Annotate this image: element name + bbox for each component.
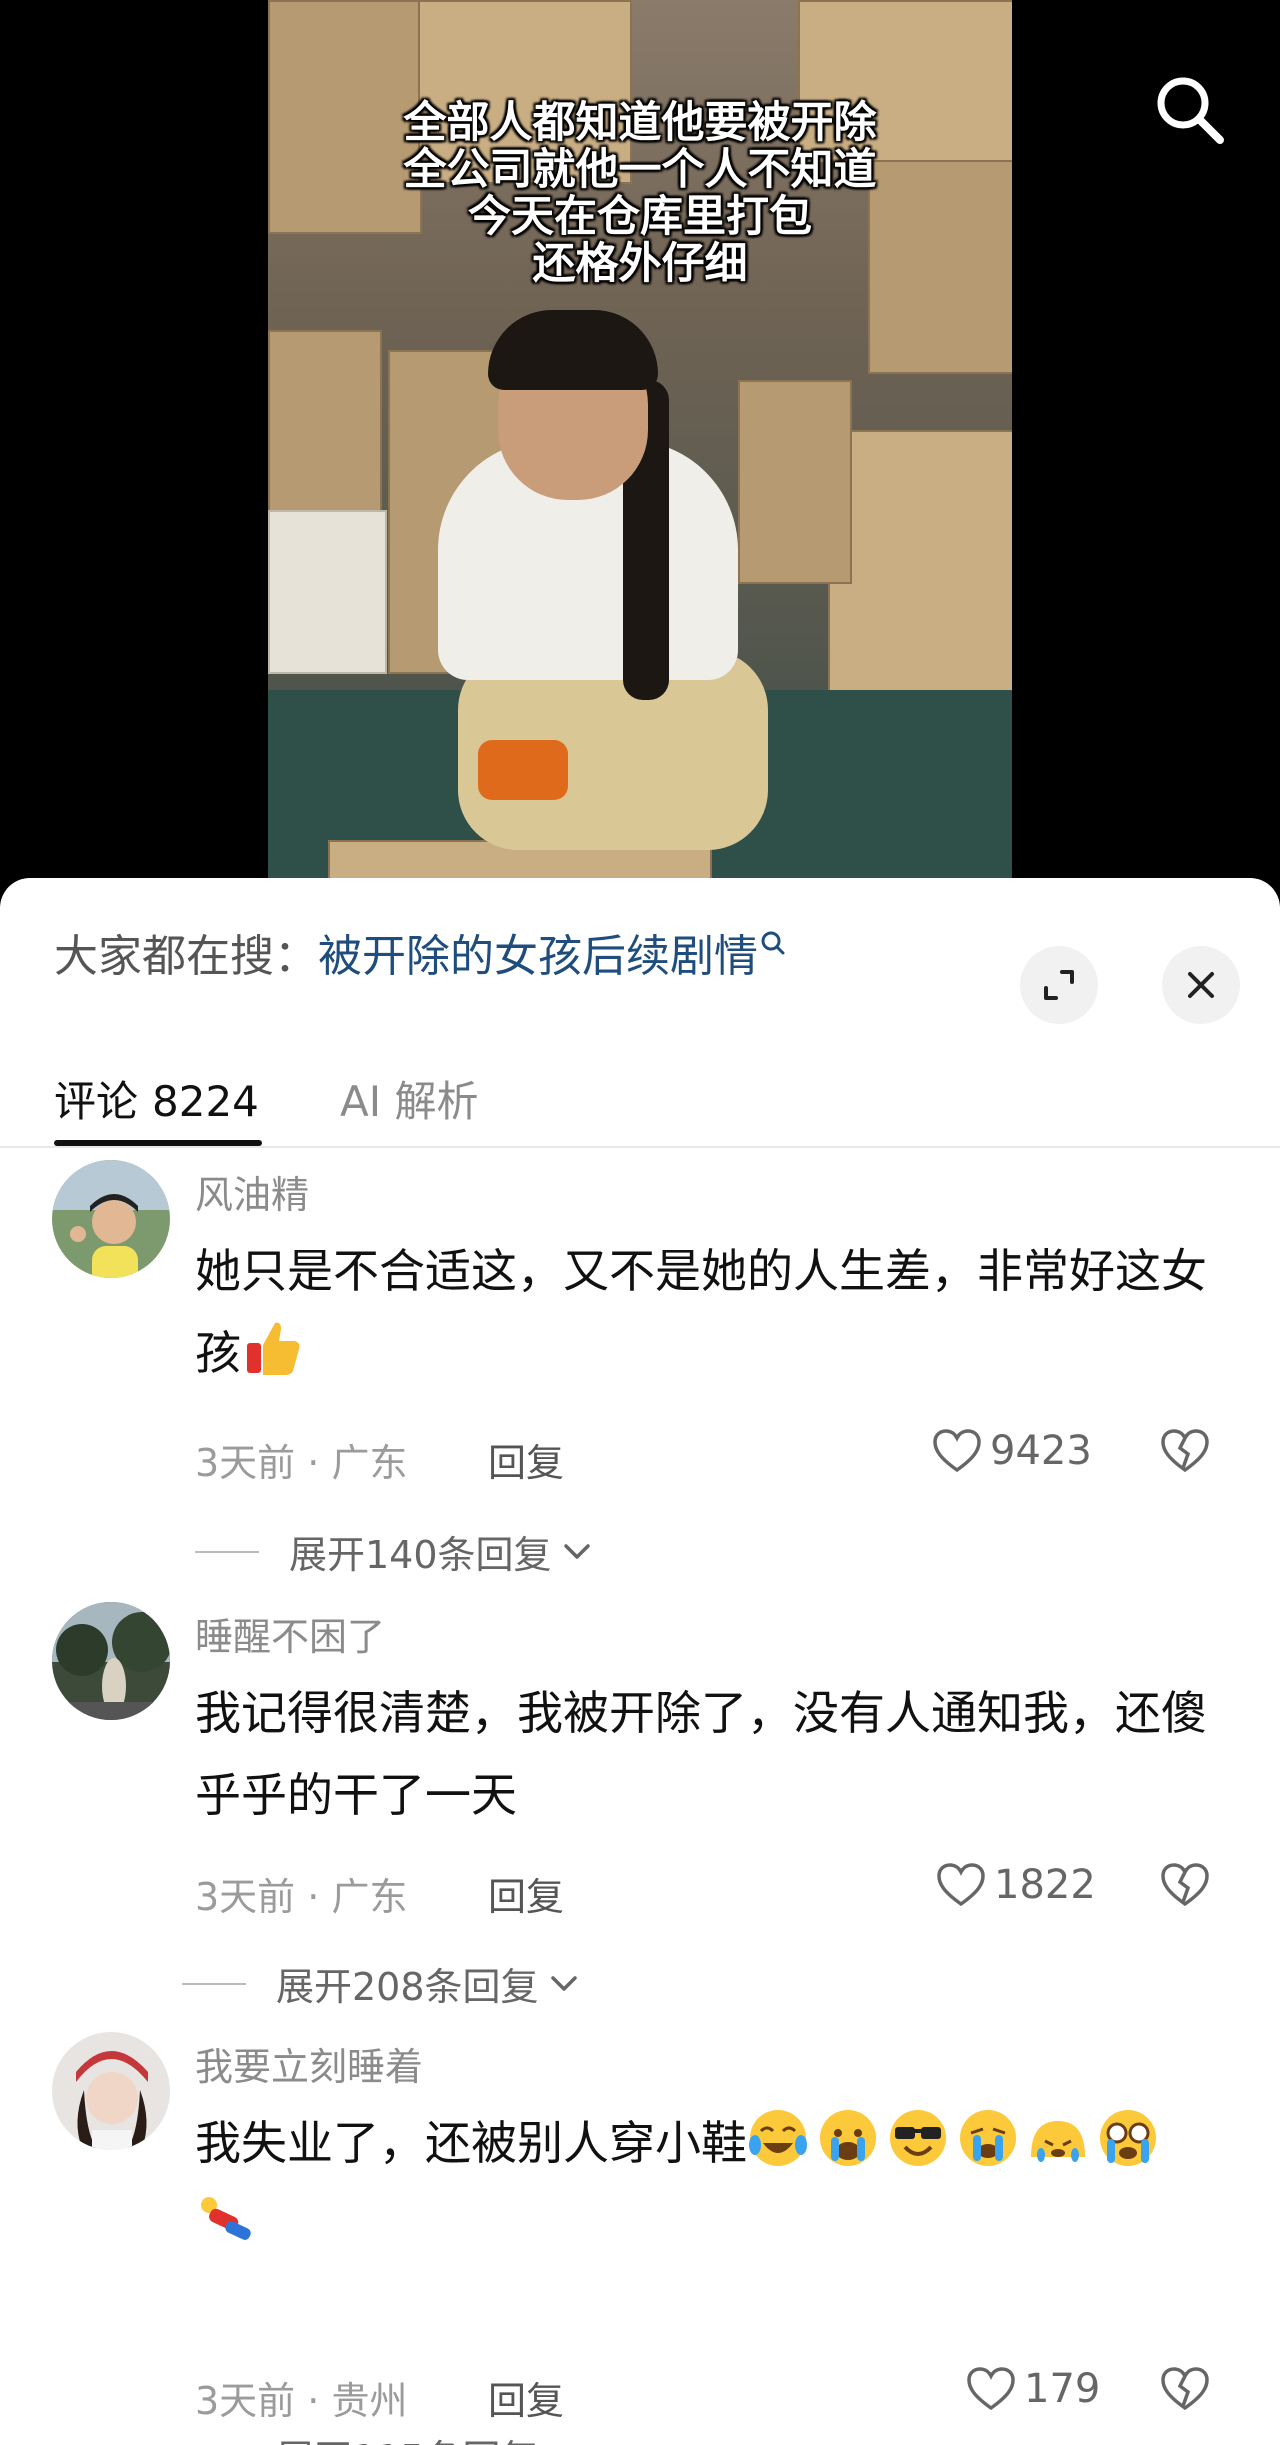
fullscreen-button[interactable] — [1020, 946, 1098, 1024]
search-small-icon — [760, 920, 786, 971]
like-button[interactable]: 1822 — [936, 1862, 1096, 1908]
comment-text: 我记得很清楚，我被开除了，没有人通知我，还傻乎乎的干了一天 — [195, 1672, 1235, 1836]
like-count: 179 — [1024, 2366, 1101, 2412]
divider-dash — [182, 1982, 246, 1985]
broken-heart-icon — [1161, 1863, 1209, 1907]
broken-heart-icon — [1161, 1429, 1209, 1473]
comment-meta: 3天前 · 贵州 — [195, 2379, 408, 2423]
comment-meta: 3天前 · 广东 — [195, 1441, 408, 1485]
expand-replies[interactable]: 展开115条回复 — [182, 2428, 581, 2445]
sad-tears-emoji — [1027, 2107, 1089, 2169]
crying-glasses-emoji — [1097, 2107, 1159, 2169]
comment-author[interactable]: 风油精 — [195, 1164, 309, 1219]
tab-bar: 评论 8224 AI 解析 — [0, 1038, 1280, 1148]
expand-icon — [1044, 970, 1074, 1000]
caption-line: 全公司就他一个人不知道 — [403, 145, 877, 195]
person-hair-top — [488, 310, 658, 390]
heart-icon — [933, 1429, 981, 1473]
like-count: 9423 — [990, 1428, 1092, 1474]
search-icon[interactable] — [1150, 70, 1230, 150]
reply-button[interactable]: 回复 — [488, 2370, 564, 2425]
comment-time: 3天前 — [195, 1875, 296, 1919]
chevron-down-icon — [550, 1975, 577, 1991]
dislike-button[interactable] — [1160, 1428, 1210, 1478]
dislike-button[interactable] — [1160, 1862, 1210, 1912]
cardboard-box — [828, 430, 1012, 694]
caption-line: 全部人都知道他要被开除 — [403, 98, 877, 148]
comment-meta: 3天前 · 广东 — [195, 1875, 408, 1919]
thumbs-up-emoji — [241, 1317, 303, 1379]
suggestion-prefix: 大家都在搜： — [54, 931, 318, 982]
broken-heart-icon — [1161, 2367, 1209, 2411]
comment-location: 广东 — [331, 1875, 408, 1919]
tab-comments-label: 评论 — [54, 1077, 139, 1126]
avatar[interactable] — [52, 1602, 170, 1720]
expand-replies-label: 展开208条回复 — [276, 1965, 539, 2009]
avatar[interactable] — [52, 1160, 170, 1278]
tab-comments[interactable]: 评论 8224 — [54, 1068, 259, 1129]
like-button[interactable]: 179 — [966, 2366, 1100, 2412]
comment-time: 3天前 — [195, 2379, 296, 2423]
comment-time: 3天前 — [195, 1441, 296, 1485]
comment-body: 我失业了，还被别人穿小鞋 — [195, 2116, 747, 2170]
dislike-button[interactable] — [1160, 2366, 1210, 2416]
expand-replies-label: 展开140条回复 — [289, 1533, 552, 1577]
crying-laughing-emoji — [747, 2107, 809, 2169]
expand-replies-label: 展开115条回复 — [276, 2428, 539, 2445]
tab-ai-analysis[interactable]: AI 解析 — [340, 1068, 478, 1129]
cardboard-box — [268, 510, 387, 674]
heart-icon — [967, 2367, 1015, 2411]
comments-panel: 大家都在搜：被开除的女孩后续剧情 评论 8224 AI 解析 风油精 她只是不合… — [0, 878, 1280, 2445]
comment-author[interactable]: 睡醒不困了 — [195, 1606, 385, 1661]
cardboard-box — [268, 330, 382, 524]
avatar[interactable] — [52, 2032, 170, 2150]
chevron-down-icon — [563, 1543, 590, 1559]
like-count: 1822 — [994, 1862, 1096, 1908]
close-icon — [1188, 972, 1214, 998]
suggestion-query[interactable]: 被开除的女孩后续剧情 — [318, 931, 758, 982]
search-suggestion[interactable]: 大家都在搜：被开除的女孩后续剧情 — [54, 920, 786, 984]
cool-sunglasses-emoji — [887, 2107, 949, 2169]
caption-line: 还格外仔细 — [532, 239, 748, 289]
cardboard-box — [738, 380, 852, 584]
close-button[interactable] — [1162, 946, 1240, 1024]
heart-icon — [937, 1863, 985, 1907]
comment-location: 广东 — [331, 1441, 408, 1485]
active-tab-indicator — [54, 1140, 262, 1146]
tape-gun — [478, 740, 568, 800]
comment-author[interactable]: 我要立刻睡着 — [195, 2036, 423, 2091]
expand-replies[interactable]: 展开140条回复 — [195, 1524, 594, 1579]
crying-emoji — [817, 2107, 879, 2169]
reply-button[interactable]: 回复 — [488, 1432, 564, 1487]
expand-replies[interactable]: 展开208条回复 — [182, 1956, 581, 2011]
comment-location: 贵州 — [331, 2379, 408, 2423]
lying-down-figure-emoji — [195, 2189, 257, 2251]
divider-dash — [195, 1550, 259, 1553]
sobbing-emoji — [957, 2107, 1019, 2169]
comment-body: 她只是不合适这，又不是她的人生差，非常好这女孩 — [195, 1244, 1207, 1380]
like-button[interactable]: 9423 — [932, 1428, 1092, 1474]
reply-button[interactable]: 回复 — [488, 1866, 564, 1921]
comment-body: 我记得很清楚，我被开除了，没有人通知我，还傻乎乎的干了一天 — [195, 1686, 1207, 1822]
video-caption: 全部人都知道他要被开除 全公司就他一个人不知道 今天在仓库里打包 还格外仔细 — [268, 100, 1012, 288]
comment-count: 8224 — [152, 1077, 259, 1126]
caption-line: 今天在仓库里打包 — [468, 192, 812, 242]
comment-text: 我失业了，还被别人穿小鞋 — [195, 2102, 1235, 2266]
video-player[interactable]: 全部人都知道他要被开除 全公司就他一个人不知道 今天在仓库里打包 还格外仔细 — [0, 0, 1280, 900]
comment-text: 她只是不合适这，又不是她的人生差，非常好这女孩 — [195, 1230, 1235, 1394]
